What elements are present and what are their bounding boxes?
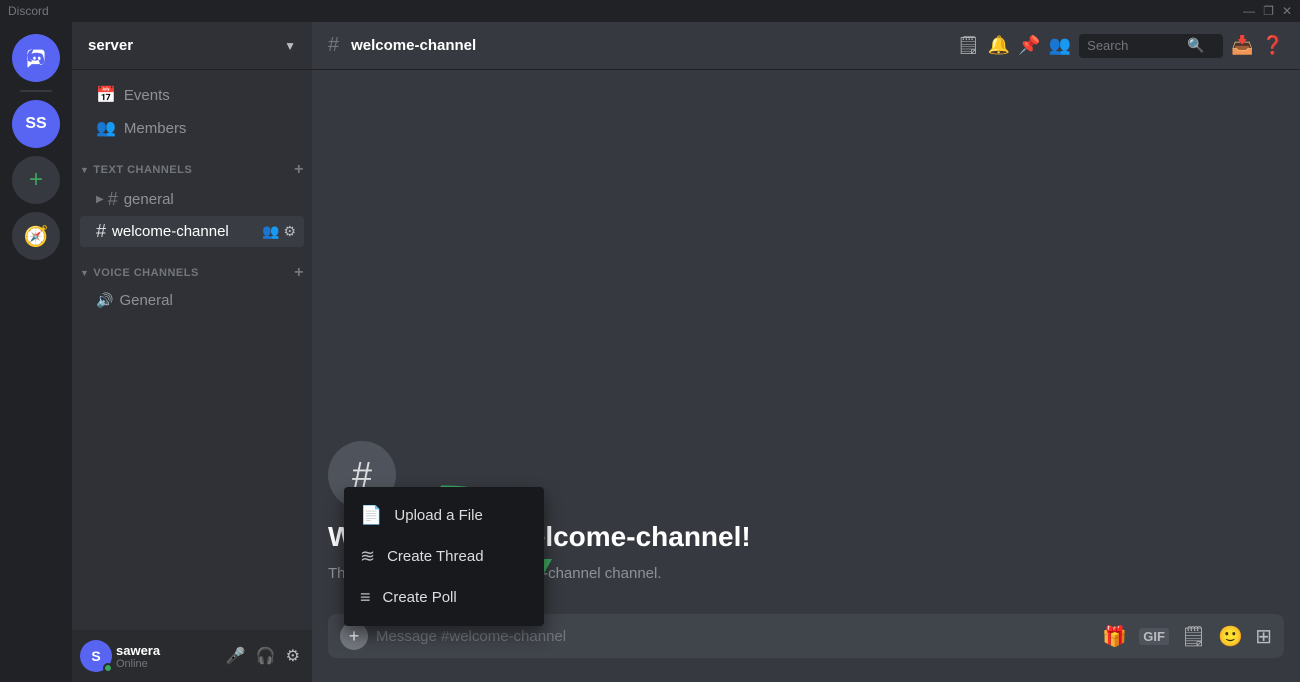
discord-home-button[interactable] xyxy=(12,34,60,82)
user-controls: 🎤 🎧 ⚙ xyxy=(222,642,304,670)
server-icon-ss[interactable]: SS xyxy=(12,100,60,148)
notifications-icon[interactable]: 🔔 xyxy=(988,35,1010,56)
emoji-icon[interactable]: 🙂 xyxy=(1218,624,1243,649)
create-poll-icon: ≡ xyxy=(360,587,371,608)
add-voice-channel-button[interactable]: + xyxy=(294,264,304,282)
voice-channels-label: VOICE CHANNELS xyxy=(93,267,198,279)
server-name: server xyxy=(88,37,133,54)
channel-sidebar: server ▼ 📅 Events 👥 Members ▼ TEXT CHANN… xyxy=(72,22,312,682)
gif-icon[interactable]: GIF xyxy=(1139,628,1169,645)
status-dot xyxy=(103,663,113,673)
text-channels-arrow: ▼ xyxy=(80,165,89,175)
server-header-chevron: ▼ xyxy=(284,39,296,53)
explore-icon: 🧭 xyxy=(24,224,49,249)
create-poll-button[interactable]: ≡ Create Poll xyxy=(344,577,544,618)
title-bar: Discord — ❐ ✕ xyxy=(0,0,1300,22)
popup-menu: 📄 Upload a File ≋ Create Thread ≡ Create… xyxy=(344,487,544,626)
search-icon: 🔍 xyxy=(1187,37,1204,54)
channel-header: # welcome-channel 🗒 🔔 📌 👥 🔍 📥 ❓ xyxy=(312,22,1300,70)
input-right-icons: 🎁 GIF 🗒 🙂 ⊞ xyxy=(1102,624,1272,649)
upload-file-button[interactable]: 📄 Upload a File xyxy=(344,495,544,536)
minimize-button[interactable]: — xyxy=(1243,4,1255,18)
close-button[interactable]: ✕ xyxy=(1282,4,1292,18)
microphone-button[interactable]: 🎤 xyxy=(222,642,250,670)
channel-list: 📅 Events 👥 Members ▼ TEXT CHANNELS + ▶ #… xyxy=(72,70,312,630)
pin-icon[interactable]: 📌 xyxy=(1018,35,1040,56)
channel-arrow: ▶ xyxy=(96,194,104,205)
hash-icon: # xyxy=(96,221,106,242)
window-controls: — ❐ ✕ xyxy=(1243,4,1292,18)
explore-servers-button[interactable]: 🧭 xyxy=(12,212,60,260)
user-avatar: S xyxy=(80,640,112,672)
create-thread-button[interactable]: ≋ Create Thread xyxy=(344,536,544,577)
members-list-icon[interactable]: 👥 xyxy=(1049,35,1071,56)
create-thread-icon: ≋ xyxy=(360,546,375,567)
server-initials: SS xyxy=(25,115,46,133)
create-thread-label: Create Thread xyxy=(387,548,483,565)
add-text-channel-button[interactable]: + xyxy=(294,161,304,179)
maximize-button[interactable]: ❐ xyxy=(1263,4,1274,18)
avatar-initials: S xyxy=(91,648,100,664)
settings-icon: ⚙ xyxy=(283,223,296,240)
sidebar-item-events[interactable]: 📅 Events xyxy=(80,79,304,111)
server-divider xyxy=(20,90,52,92)
people-grid-icon[interactable]: ⊞ xyxy=(1255,624,1272,649)
channel-item-general[interactable]: ▶ # general xyxy=(80,184,304,215)
gift-icon[interactable]: 🎁 xyxy=(1102,624,1127,649)
channel-hash-icon: # xyxy=(328,34,339,57)
message-input[interactable] xyxy=(376,628,1102,645)
members-label: Members xyxy=(124,120,187,137)
events-icon: 📅 xyxy=(96,85,116,105)
upload-file-label: Upload a File xyxy=(394,507,482,524)
header-icons: 🗒 🔔 📌 👥 🔍 📥 ❓ xyxy=(957,34,1284,58)
app-name: Discord xyxy=(8,4,49,18)
channel-header-name: welcome-channel xyxy=(351,37,476,54)
plus-button[interactable]: + xyxy=(340,622,368,650)
voice-channels-category[interactable]: ▼ VOICE CHANNELS + xyxy=(72,248,312,286)
server-header[interactable]: server ▼ xyxy=(72,22,312,70)
voice-channels-arrow: ▼ xyxy=(80,268,89,278)
main-content: # welcome-channel 🗒 🔔 📌 👥 🔍 📥 ❓ # xyxy=(312,22,1300,682)
text-channels-label: TEXT CHANNELS xyxy=(93,164,192,176)
events-label: Events xyxy=(124,87,170,104)
username: sawera xyxy=(116,643,218,658)
user-info: sawera Online xyxy=(116,643,218,670)
channel-label-welcome: welcome-channel xyxy=(112,223,229,240)
channel-item-welcome[interactable]: # welcome-channel 👥 ⚙ xyxy=(80,216,304,247)
channel-label-general: general xyxy=(124,191,174,208)
user-status: Online xyxy=(116,658,218,670)
sticker-icon[interactable]: 🗒 xyxy=(1181,624,1206,649)
help-icon[interactable]: ❓ xyxy=(1262,35,1284,56)
user-panel: S sawera Online 🎤 🎧 ⚙ xyxy=(72,630,312,682)
hash-icon: # xyxy=(108,189,118,210)
search-input[interactable] xyxy=(1087,38,1187,53)
threads-icon[interactable]: 🗒 xyxy=(957,35,980,56)
headset-button[interactable]: 🎧 xyxy=(252,642,280,670)
voice-channel-label: General xyxy=(119,292,172,309)
message-input-area: 📄 Upload a File ≋ Create Thread ≡ Create… xyxy=(312,614,1300,682)
channel-item-voice-general[interactable]: 🔊 General xyxy=(80,287,304,314)
speaker-icon: 🔊 xyxy=(96,292,113,309)
text-channels-category[interactable]: ▼ TEXT CHANNELS + xyxy=(72,145,312,183)
members-icon: 👥 xyxy=(96,118,116,138)
add-members-icon: 👥 xyxy=(262,223,279,240)
inbox-icon[interactable]: 📥 xyxy=(1231,35,1253,56)
create-poll-label: Create Poll xyxy=(383,589,457,606)
search-bar[interactable]: 🔍 xyxy=(1079,34,1223,58)
upload-file-icon: 📄 xyxy=(360,505,382,526)
settings-button[interactable]: ⚙ xyxy=(282,642,304,670)
sidebar-item-members[interactable]: 👥 Members xyxy=(80,112,304,144)
server-sidebar: SS + 🧭 xyxy=(0,22,72,682)
add-server-icon: + xyxy=(29,166,43,194)
channel-icons: 👥 ⚙ xyxy=(262,223,296,240)
add-server-button[interactable]: + xyxy=(12,156,60,204)
